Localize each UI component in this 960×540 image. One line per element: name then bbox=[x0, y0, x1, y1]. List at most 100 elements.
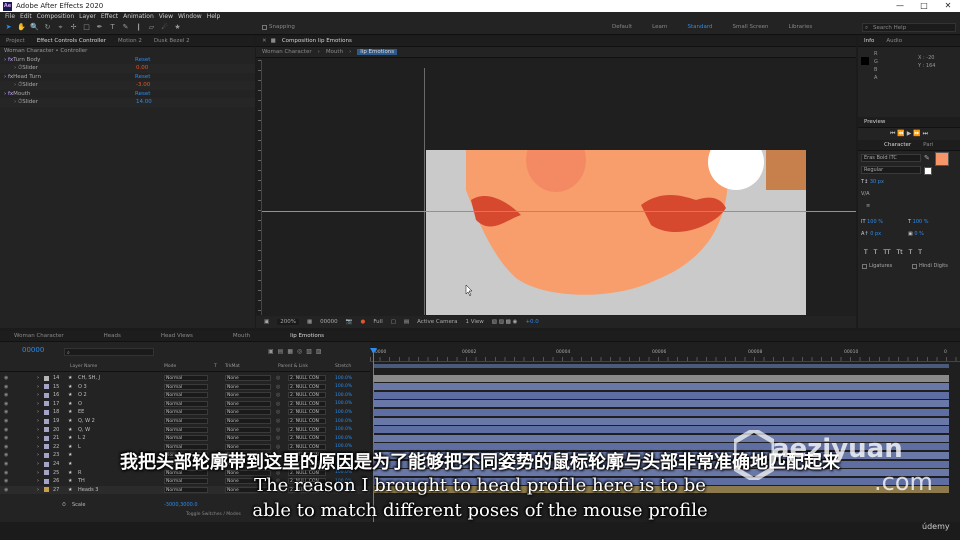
menu-help[interactable]: Help bbox=[207, 13, 221, 20]
menu-window[interactable]: Window bbox=[178, 13, 202, 20]
stretch-value[interactable]: 100.0% bbox=[335, 401, 352, 406]
eyedropper-icon[interactable]: ✎ bbox=[924, 154, 930, 162]
blend-mode-select[interactable]: Normal bbox=[164, 435, 208, 442]
tab-heads[interactable]: Heads bbox=[104, 333, 121, 339]
expand-chevron-icon[interactable]: › bbox=[37, 418, 39, 424]
effect-slider-row[interactable]: › ⏱ Slider -3.00 bbox=[0, 81, 255, 90]
small-caps-button[interactable]: Tt bbox=[897, 249, 903, 256]
label-color-swatch[interactable] bbox=[44, 409, 49, 415]
blend-mode-select[interactable]: Normal bbox=[164, 383, 208, 390]
unit-select[interactable]: ≡ bbox=[866, 203, 870, 209]
camera-tool-icon[interactable]: ⌖ bbox=[56, 23, 65, 32]
stretch-value[interactable]: 100.0% bbox=[335, 376, 352, 381]
effect-slider-row[interactable]: › ⏱ Slider 0.00 bbox=[0, 64, 255, 73]
col-trkmat[interactable]: TrkMat bbox=[225, 364, 240, 369]
effect-row[interactable]: › fx Mouth Reset bbox=[0, 89, 255, 98]
rotate-tool-icon[interactable]: ↻ bbox=[43, 23, 52, 32]
label-color-swatch[interactable] bbox=[44, 401, 49, 407]
effect-row[interactable]: › fx Head Turn Reset bbox=[0, 72, 255, 81]
trkmat-select[interactable]: None bbox=[225, 418, 271, 425]
parent-select[interactable]: 2. NULL CON bbox=[288, 426, 326, 433]
minimize-button[interactable]: — bbox=[888, 0, 912, 12]
chevron-right-icon[interactable]: › ⏱ bbox=[14, 82, 22, 89]
expand-chevron-icon[interactable]: › bbox=[37, 435, 39, 441]
breadcrumb-mouth[interactable]: Mouth bbox=[326, 49, 343, 55]
zoom-select[interactable]: 200% bbox=[277, 319, 299, 325]
font-style-select[interactable]: Regular bbox=[861, 166, 921, 174]
hindi-digits-checkbox[interactable] bbox=[912, 263, 917, 269]
layer-name[interactable]: L 2 bbox=[78, 435, 86, 441]
work-area-bar[interactable] bbox=[373, 364, 949, 368]
table-row[interactable]: ◉ › 21 ★ L 2 Normal None ◎ 2. NULL CON 100.0% bbox=[0, 434, 370, 442]
zoom-tool-icon[interactable]: 🔍 bbox=[30, 23, 39, 32]
blend-mode-select[interactable]: Normal bbox=[164, 409, 208, 416]
workspace-small-screen[interactable]: Small Screen bbox=[733, 24, 769, 30]
table-row[interactable]: ◉ › 18 ★ EE Normal None ◎ 2. NULL CON 100.0% bbox=[0, 408, 370, 416]
workspace-learn[interactable]: Learn bbox=[652, 24, 667, 30]
tab-woman-character[interactable]: Woman Character bbox=[14, 333, 64, 339]
snapping-checkbox[interactable] bbox=[262, 24, 267, 30]
slider-value[interactable]: 0.00 bbox=[136, 65, 148, 71]
exposure-value[interactable]: +0.0 bbox=[525, 319, 538, 325]
menu-effect[interactable]: Effect bbox=[101, 13, 118, 20]
chevron-right-icon[interactable]: › fx bbox=[4, 91, 13, 97]
blend-mode-select[interactable]: Normal bbox=[164, 392, 208, 399]
parent-select[interactable]: 2. NULL CON bbox=[288, 392, 326, 399]
layer-duration-bar[interactable] bbox=[373, 391, 949, 399]
tab-head-views[interactable]: Head Views bbox=[161, 333, 193, 339]
chevron-right-icon[interactable]: › fx bbox=[4, 74, 13, 80]
play-icon[interactable]: ▶ bbox=[907, 130, 912, 137]
color-wheel-icon[interactable]: ● bbox=[361, 319, 366, 325]
trkmat-select[interactable]: None bbox=[225, 383, 271, 390]
toggle-icons[interactable]: ▧ ▨ ▩ ◉ bbox=[492, 319, 518, 325]
selection-tool-icon[interactable]: ➤ bbox=[4, 23, 13, 32]
table-row[interactable]: ◉ › 19 ★ Q, W 2 Normal None ◎ 2. NULL CON 100.0% bbox=[0, 417, 370, 425]
pickwhip-icon[interactable]: ◎ bbox=[276, 392, 280, 398]
layer-name[interactable]: Q, W bbox=[78, 427, 90, 433]
parent-select[interactable]: 2. NULL CON bbox=[288, 435, 326, 442]
col-layer-name[interactable]: Layer Name bbox=[70, 364, 97, 369]
pickwhip-icon[interactable]: ◎ bbox=[276, 435, 280, 441]
tab-character[interactable]: Character bbox=[884, 142, 911, 148]
layer-search-input[interactable]: ⌕ bbox=[64, 348, 154, 356]
tab-mouth[interactable]: Mouth bbox=[233, 333, 250, 339]
layer-name[interactable]: O 2 bbox=[78, 392, 87, 398]
reset-link[interactable]: Reset bbox=[135, 57, 150, 63]
eraser-tool-icon[interactable]: ▱ bbox=[147, 23, 156, 32]
faux-bold-button[interactable]: T bbox=[864, 249, 868, 256]
baseline-shift-field[interactable]: A↑ 0 px bbox=[861, 231, 881, 237]
layer-name[interactable]: Q, W 2 bbox=[78, 418, 95, 424]
visibility-eye-icon[interactable]: ◉ bbox=[4, 384, 8, 390]
label-color-swatch[interactable] bbox=[44, 392, 49, 398]
breadcrumb-woman-character[interactable]: Woman Character bbox=[262, 49, 312, 55]
faux-italic-button[interactable]: T bbox=[874, 249, 878, 256]
stretch-value[interactable]: 100.0% bbox=[335, 419, 352, 424]
breadcrumb-lip-emotions[interactable]: lip Emotions bbox=[357, 49, 398, 55]
col-mode[interactable]: Mode bbox=[164, 364, 176, 369]
trkmat-select[interactable]: None bbox=[225, 392, 271, 399]
composition-viewer[interactable] bbox=[262, 60, 856, 315]
font-family-select[interactable]: Eras Bold ITC bbox=[861, 154, 921, 162]
parent-select[interactable]: 2. NULL CON bbox=[288, 400, 326, 407]
parent-select[interactable]: 2. NULL CON bbox=[288, 375, 326, 382]
expand-chevron-icon[interactable]: › bbox=[37, 384, 39, 390]
hindi-digits-option[interactable]: Hindi Digits bbox=[912, 263, 948, 269]
tab-lip-emotions[interactable]: lip Emotions bbox=[290, 333, 324, 339]
layer-name[interactable]: EE bbox=[78, 409, 84, 415]
time-ruler[interactable]: 00000 00002 00004 00006 00008 00010 0 bbox=[370, 348, 960, 362]
guide-line-vertical[interactable] bbox=[424, 68, 425, 315]
pen-tool-icon[interactable]: ✒ bbox=[95, 23, 104, 32]
visibility-eye-icon[interactable]: ◉ bbox=[4, 375, 8, 381]
table-row[interactable]: ◉ › 17 ★ O Normal None ◎ 2. NULL CON 100.0% bbox=[0, 400, 370, 408]
chevron-right-icon[interactable]: › ⏱ bbox=[14, 99, 22, 106]
blend-mode-select[interactable]: Normal bbox=[164, 375, 208, 382]
grid-icon[interactable]: ▦ bbox=[307, 319, 312, 325]
pickwhip-icon[interactable]: ◎ bbox=[276, 401, 280, 407]
tab-composition[interactable]: Composition lip Emotions bbox=[282, 38, 352, 44]
rectangle-tool-icon[interactable]: □ bbox=[82, 23, 91, 32]
menu-animation[interactable]: Animation bbox=[123, 13, 154, 20]
magnify-icon[interactable]: ▣ bbox=[264, 319, 269, 325]
tab-project[interactable]: Project bbox=[6, 38, 25, 44]
pickwhip-icon[interactable]: ◎ bbox=[276, 375, 280, 381]
ligatures-checkbox[interactable] bbox=[862, 263, 867, 269]
